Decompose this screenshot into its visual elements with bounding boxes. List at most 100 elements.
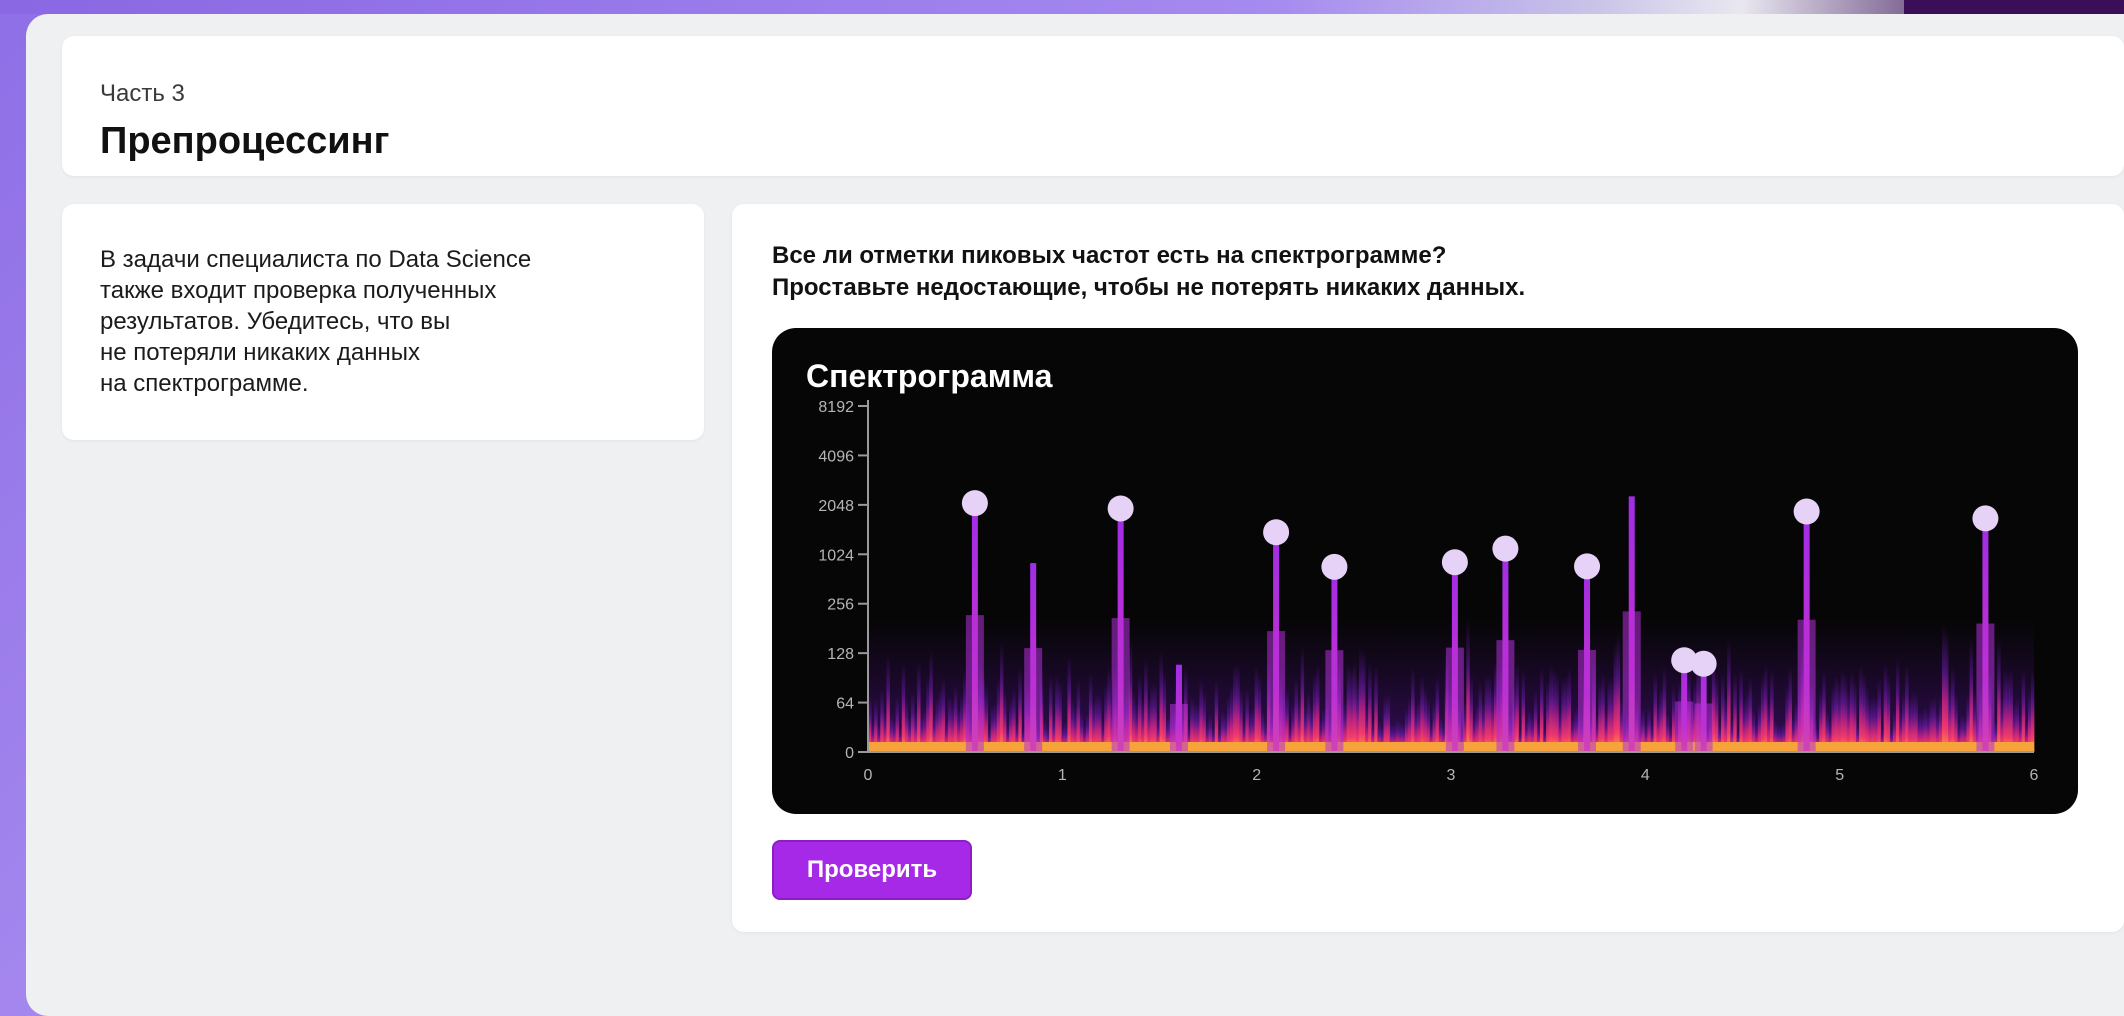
peak-base	[1325, 650, 1344, 752]
noise-bar	[1561, 676, 1565, 752]
noise-bar	[1411, 667, 1415, 752]
noise-bar	[1877, 678, 1881, 752]
noise-bar	[1349, 667, 1354, 752]
noise-bar	[1945, 629, 1949, 752]
noise-bar	[1199, 678, 1203, 752]
top-strip-dark	[1904, 0, 2124, 14]
noise-bar	[886, 654, 890, 752]
y-tick-label: 1024	[818, 547, 854, 564]
noise-bar	[1941, 623, 1946, 752]
noise-bar	[1088, 672, 1093, 752]
noise-bar	[1552, 668, 1556, 752]
noise-bar	[1469, 674, 1473, 752]
peak-base	[1496, 640, 1515, 752]
peak-marker[interactable]	[1107, 495, 1134, 522]
x-tick-label: 5	[1835, 767, 1844, 784]
noise-bar	[1055, 674, 1059, 752]
peak-marker[interactable]	[1690, 650, 1717, 677]
noise-bar	[1997, 637, 2001, 752]
noise-bar	[1478, 681, 1483, 752]
noise-bar	[1843, 674, 1848, 752]
noise-bar	[926, 675, 930, 752]
noise-bar	[1466, 618, 1470, 752]
noise-bar	[929, 649, 933, 752]
peak-marker[interactable]	[1263, 519, 1290, 546]
noise-bar	[1104, 683, 1108, 752]
spectrogram-chart[interactable]: 0 64 128 256 1024 2048 4096 8192 0 1 2 3 4 5 6 Спектро…	[772, 328, 2078, 814]
noise-bar	[1598, 680, 1602, 752]
noise-bar	[1662, 666, 1667, 752]
noise-bar	[1067, 655, 1071, 752]
x-tick-label: 6	[2030, 767, 2039, 784]
noise-bar	[1895, 657, 1900, 752]
noise-bar	[1257, 674, 1262, 752]
task-question: Все ли отметки пиковых частот есть на сп…	[772, 242, 1526, 301]
noise-bar	[1521, 669, 1526, 752]
noise-bar	[1859, 665, 1863, 752]
peak-base	[1797, 619, 1816, 752]
noise-bar	[1515, 663, 1519, 752]
noise-bar	[1616, 632, 1621, 752]
noise-bar	[1254, 665, 1259, 752]
noise-bar	[1733, 672, 1737, 752]
noise-bar	[1748, 676, 1753, 752]
peak-base	[1111, 618, 1130, 752]
noise-bar	[2021, 668, 2026, 752]
y-tick-label: 0	[845, 745, 854, 762]
peak-base	[965, 615, 984, 752]
peak-marker[interactable]	[1972, 505, 1999, 532]
noise-bar	[1969, 637, 1974, 752]
y-tick-label: 256	[827, 597, 854, 614]
y-tick-label: 128	[827, 646, 854, 663]
noise-bar	[1435, 675, 1440, 752]
noise-bar	[2009, 668, 2013, 752]
noise-bar	[1763, 663, 1768, 752]
noise-bar	[2030, 669, 2035, 752]
noise-bar	[1714, 674, 1719, 752]
noise-bar	[1374, 665, 1378, 752]
peak-base	[1445, 647, 1464, 752]
peak-base	[1267, 631, 1286, 752]
noise-bar	[1352, 660, 1357, 752]
chart-title: Спектрограмма	[806, 358, 1053, 394]
peak-marker[interactable]	[1321, 553, 1348, 580]
noise-bar	[1214, 679, 1219, 752]
peak-marker[interactable]	[1793, 498, 1820, 525]
spectrogram-svg[interactable]: 0 64 128 256 1024 2048 4096 8192 0 1 2 3 4 5 6	[772, 328, 2078, 814]
peak-base	[1578, 649, 1597, 752]
y-tick-label: 4096	[818, 448, 854, 465]
noise-bar	[1849, 671, 1854, 752]
noise-bar	[901, 662, 906, 752]
noise-bar	[1236, 663, 1240, 752]
noise-bar	[1886, 673, 1891, 752]
noise-bar	[1601, 672, 1605, 752]
peak-marker[interactable]	[961, 490, 988, 517]
noise-bar	[1153, 682, 1157, 752]
check-button[interactable]: Проверить	[772, 840, 972, 900]
x-tick-label: 4	[1641, 767, 1650, 784]
noise-bar	[941, 676, 946, 752]
peak-marker[interactable]	[1574, 553, 1601, 580]
noise-bar	[1355, 677, 1360, 752]
noise-bar	[1739, 667, 1743, 752]
top-strip	[0, 0, 2124, 14]
noise-bar	[1150, 683, 1154, 752]
noise-bar	[1487, 674, 1492, 752]
noise-bar	[1788, 665, 1792, 752]
noise-bar	[999, 641, 1004, 752]
peak-marker[interactable]	[1492, 535, 1519, 562]
noise-bar	[1607, 677, 1611, 752]
noise-bar	[1107, 666, 1111, 752]
noise-bar	[1831, 685, 1835, 752]
noise-bar	[1159, 650, 1163, 752]
page-title: Препроцессинг	[100, 120, 390, 162]
noise-bar	[1368, 663, 1372, 752]
peak-marker[interactable]	[1441, 549, 1468, 576]
noise-bar	[1362, 649, 1366, 752]
noise-bar	[1862, 672, 1866, 752]
peak-base	[1976, 623, 1995, 752]
noise-bar	[1653, 671, 1657, 752]
noise-bar	[1420, 675, 1424, 752]
noise-bar	[1138, 675, 1142, 752]
noise-bar	[953, 684, 958, 752]
